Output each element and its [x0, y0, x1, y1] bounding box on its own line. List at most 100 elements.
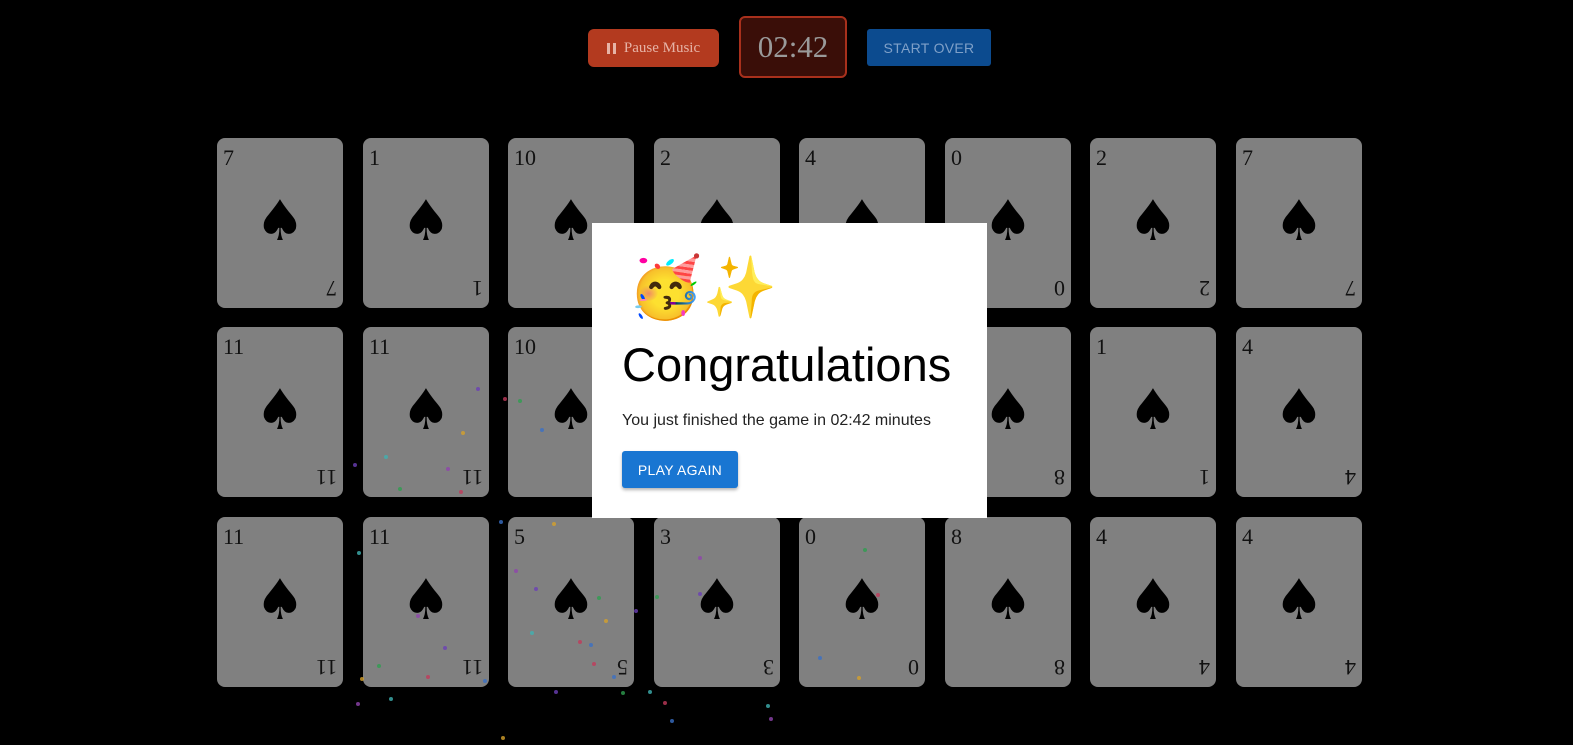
play-again-button[interactable]: PLAY AGAIN: [622, 451, 738, 488]
card-rank-top: 11: [369, 334, 391, 359]
confetti-dot: [534, 587, 538, 591]
spade-icon: ♠: [400, 568, 452, 633]
card-rank-bottom: 11: [461, 655, 483, 680]
playing-card[interactable]: 2 ♠ 2: [1090, 138, 1216, 308]
modal-message: You just finished the game in 02:42 minu…: [622, 412, 931, 429]
card-rank-bottom: 11: [315, 465, 337, 490]
start-over-button[interactable]: START OVER: [867, 29, 991, 66]
spade-icon: ♠: [1127, 189, 1179, 254]
card-rank-bottom: 3: [763, 655, 774, 680]
modal-title: Congratulations: [622, 338, 952, 391]
playing-card[interactable]: 5 ♠ 5: [508, 517, 634, 687]
playing-card[interactable]: 7 ♠ 7: [1236, 138, 1362, 308]
spade-icon: ♠: [400, 378, 452, 443]
confetti-dot: [353, 463, 357, 467]
game-timer: 02:42: [739, 16, 847, 78]
confetti-dot: [818, 656, 822, 660]
card-rank-top: 1: [369, 145, 380, 170]
spade-icon: ♠: [836, 568, 888, 633]
spade-icon: ♠: [1273, 378, 1325, 443]
playing-card[interactable]: 11 ♠ 11: [363, 327, 489, 497]
confetti-dot: [426, 675, 430, 679]
card-rank-bottom: 1: [472, 276, 483, 301]
card-rank-top: 11: [223, 334, 245, 359]
card-rank-top: 2: [1096, 145, 1107, 170]
confetti-dot: [446, 467, 450, 471]
spade-icon: ♠: [1273, 189, 1325, 254]
confetti-dot: [592, 662, 596, 666]
card-rank-top: 1: [1096, 334, 1107, 359]
confetti-dot: [540, 428, 544, 432]
playing-card[interactable]: 4 ♠ 4: [1236, 327, 1362, 497]
spade-icon: ♠: [254, 189, 306, 254]
spade-icon: ♠: [1127, 378, 1179, 443]
card-rank-bottom: 5: [617, 655, 628, 680]
playing-card[interactable]: 0 ♠ 0: [799, 517, 925, 687]
confetti-dot: [766, 704, 770, 708]
card-rank-top: 10: [514, 334, 536, 359]
confetti-dot: [621, 691, 625, 695]
card-rank-top: 10: [514, 145, 536, 170]
card-rank-bottom: 11: [461, 465, 483, 490]
confetti-dot: [863, 548, 867, 552]
spade-icon: ♠: [1127, 568, 1179, 633]
spade-icon: ♠: [982, 568, 1034, 633]
playing-card[interactable]: 11 ♠ 11: [217, 517, 343, 687]
card-rank-top: 7: [223, 145, 234, 170]
playing-card[interactable]: 11 ♠ 11: [217, 327, 343, 497]
card-rank-bottom: 8: [1054, 465, 1065, 490]
card-rank-top: 4: [1242, 524, 1253, 549]
card-rank-top: 2: [660, 145, 671, 170]
confetti-dot: [698, 592, 702, 596]
confetti-dot: [876, 593, 880, 597]
confetti-dot: [597, 596, 601, 600]
playing-card[interactable]: 8 ♠ 8: [945, 517, 1071, 687]
card-rank-top: 0: [951, 145, 962, 170]
card-rank-bottom: 4: [1199, 655, 1210, 680]
confetti-dot: [698, 556, 702, 560]
confetti-dot: [459, 490, 463, 494]
confetti-dot: [514, 569, 518, 573]
confetti-dot: [530, 631, 534, 635]
confetti-dot: [476, 387, 480, 391]
playing-card[interactable]: 7 ♠ 7: [217, 138, 343, 308]
playing-card[interactable]: 4 ♠ 4: [1236, 517, 1362, 687]
card-rank-bottom: 4: [1345, 655, 1356, 680]
card-rank-top: 7: [1242, 145, 1253, 170]
playing-card[interactable]: 1 ♠ 1: [363, 138, 489, 308]
confetti-dot: [518, 399, 522, 403]
playing-card[interactable]: 1 ♠ 1: [1090, 327, 1216, 497]
playing-card[interactable]: 3 ♠ 3: [654, 517, 780, 687]
confetti-dot: [501, 736, 505, 740]
playing-card[interactable]: 4 ♠ 4: [1090, 517, 1216, 687]
spade-icon: ♠: [254, 568, 306, 633]
card-rank-top: 4: [1096, 524, 1107, 549]
spade-icon: ♠: [691, 568, 743, 633]
confetti-dot: [398, 487, 402, 491]
card-rank-top: 4: [1242, 334, 1253, 359]
confetti-dot: [416, 614, 420, 618]
confetti-dot: [357, 551, 361, 555]
confetti-dot: [612, 675, 616, 679]
card-rank-top: 5: [514, 524, 525, 549]
congratulations-modal: 🥳✨ Congratulations You just finished the…: [592, 223, 987, 518]
card-rank-top: 0: [805, 524, 816, 549]
confetti-dot: [578, 640, 582, 644]
pause-music-button[interactable]: Pause Music: [588, 29, 719, 67]
confetti-dot: [857, 676, 861, 680]
card-rank-bottom: 8: [1054, 655, 1065, 680]
confetti-dot: [483, 679, 487, 683]
confetti-dot: [769, 717, 773, 721]
card-rank-top: 3: [660, 524, 671, 549]
confetti-dot: [360, 677, 364, 681]
card-rank-bottom: 4: [1345, 465, 1356, 490]
card-rank-top: 11: [369, 524, 391, 549]
card-rank-top: 8: [951, 524, 962, 549]
playing-card[interactable]: 11 ♠ 11: [363, 517, 489, 687]
game-stage: Pause Music 02:42 START OVER 7♠71♠110♠10…: [0, 0, 1573, 745]
card-rank-bottom: 1: [1199, 465, 1210, 490]
confetti-dot: [634, 609, 638, 613]
card-rank-bottom: 2: [1199, 276, 1210, 301]
confetti-dot: [356, 702, 360, 706]
spade-icon: ♠: [545, 568, 597, 633]
